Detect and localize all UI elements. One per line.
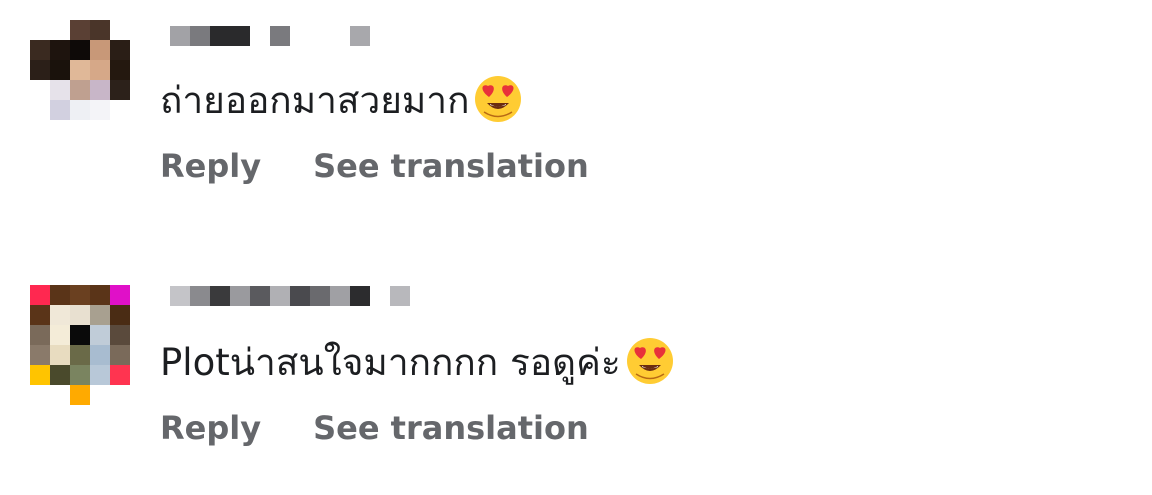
reply-button[interactable]: Reply bbox=[160, 409, 261, 447]
heart-eyes-emoji-icon bbox=[473, 74, 523, 124]
avatar[interactable] bbox=[30, 20, 130, 120]
comment-actions: Reply See translation bbox=[160, 409, 589, 447]
comment-text: Plotน่าสนใจมากกกก รอดูค่ะ bbox=[160, 336, 675, 390]
reply-button[interactable]: Reply bbox=[160, 147, 261, 185]
comment-text-content: Plotน่าสนใจมากกกก รอดูค่ะ bbox=[160, 341, 621, 384]
comment-text: ถ่ายออกมาสวยมาก bbox=[160, 74, 523, 128]
comment-text-content: ถ่ายออกมาสวยมาก bbox=[160, 79, 470, 122]
see-translation-button[interactable]: See translation bbox=[313, 409, 589, 447]
comment-actions: Reply See translation bbox=[160, 147, 589, 185]
avatar[interactable] bbox=[30, 285, 130, 405]
see-translation-button[interactable]: See translation bbox=[313, 147, 589, 185]
heart-eyes-emoji-icon bbox=[625, 336, 675, 386]
